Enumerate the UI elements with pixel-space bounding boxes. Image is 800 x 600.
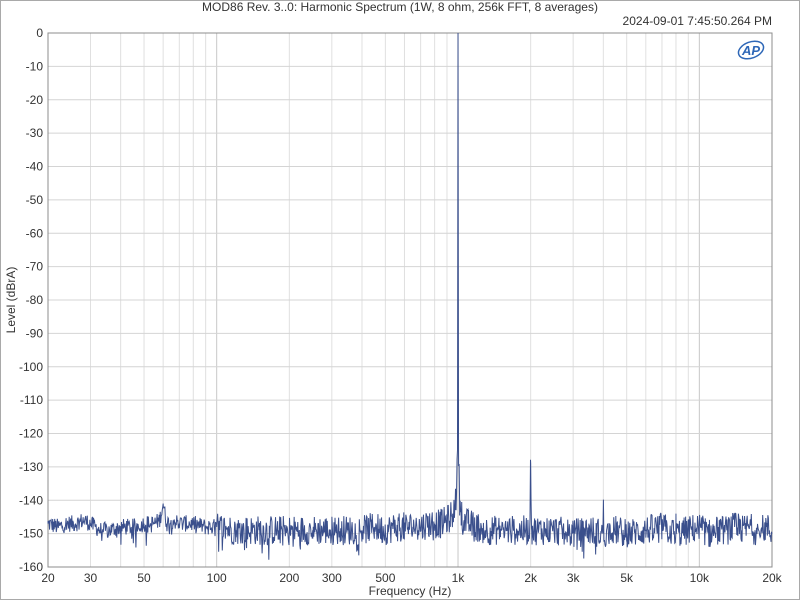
y-tick-label: -60 xyxy=(26,226,44,240)
y-tick-label: -10 xyxy=(26,59,44,73)
spectrum-chart: 0 -10 -20 -30 -40 -50 -60 -70 -80 -90 -100 -110 -120… xyxy=(4,26,783,598)
y-tick-label: -100 xyxy=(19,360,43,374)
y-tick-label: -130 xyxy=(19,460,43,474)
x-tick-labels: 20 30 50 100 200 300 500 1k 2k 3k 5k 10k 20k xyxy=(41,571,782,585)
x-tick-label: 1k xyxy=(452,571,466,585)
y-tick-label: -140 xyxy=(19,493,43,507)
y-tick-label: -80 xyxy=(26,293,44,307)
x-tick-label: 200 xyxy=(279,571,299,585)
x-tick-label: 20k xyxy=(762,571,782,585)
x-tick-label: 5k xyxy=(620,571,634,585)
y-tick-labels: 0 -10 -20 -30 -40 -50 -60 -70 -80 -90 -100 -110 -120… xyxy=(19,26,43,574)
y-tick-label: -160 xyxy=(19,560,43,574)
x-tick-label: 2k xyxy=(524,571,538,585)
x-tick-label: 3k xyxy=(567,571,581,585)
y-axis-label: Level (dBrA) xyxy=(4,267,18,334)
y-tick-label: -150 xyxy=(19,527,43,541)
x-tick-label: 20 xyxy=(41,571,55,585)
y-tick-label: -40 xyxy=(26,160,44,174)
y-tick-label: -20 xyxy=(26,93,44,107)
y-tick-label: -110 xyxy=(20,393,43,407)
x-tick-label: 30 xyxy=(84,571,98,585)
x-tick-label: 500 xyxy=(375,571,395,585)
y-tick-label: -90 xyxy=(26,326,44,340)
ap-logo: AP xyxy=(737,40,765,60)
x-axis-label: Frequency (Hz) xyxy=(369,584,452,598)
spectrum-trace xyxy=(47,32,773,560)
y-tick-label: -50 xyxy=(26,193,44,207)
x-tick-label: 10k xyxy=(690,571,710,585)
x-tick-label: 100 xyxy=(207,571,227,585)
y-tick-label: -120 xyxy=(19,427,43,441)
x-tick-label: 300 xyxy=(322,571,342,585)
y-tick-label: -70 xyxy=(26,260,44,274)
y-tick-label: -30 xyxy=(26,126,44,140)
ap-logo-text: AP xyxy=(741,43,760,58)
x-tick-label: 50 xyxy=(137,571,151,585)
y-tick-label: 0 xyxy=(36,26,43,40)
grid xyxy=(47,32,773,568)
